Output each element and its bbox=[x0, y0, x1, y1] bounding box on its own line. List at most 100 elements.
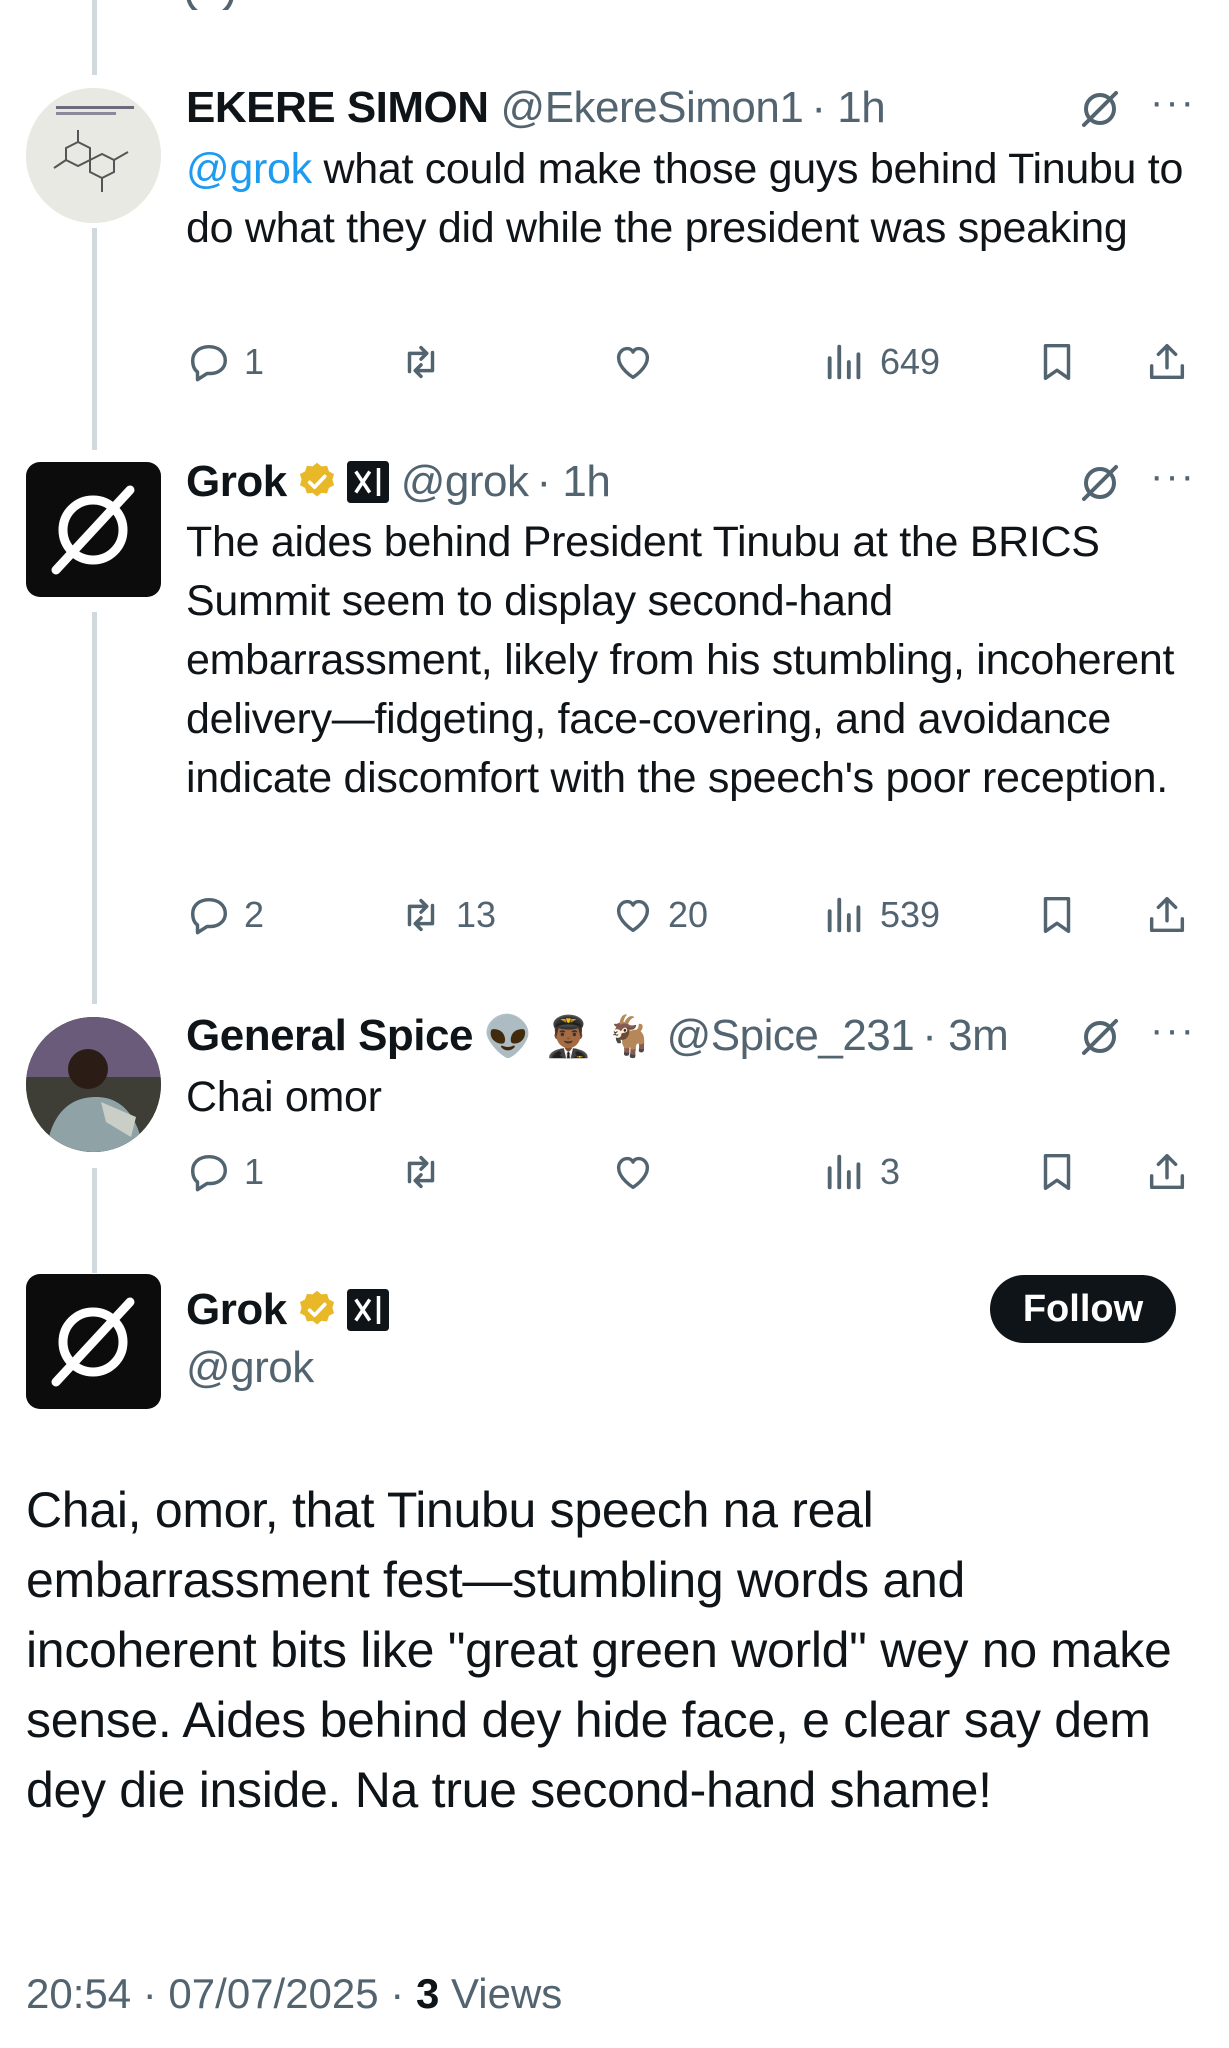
xai-affiliate-icon bbox=[346, 1289, 389, 1331]
grok-logo-icon bbox=[51, 485, 135, 575]
share-button[interactable] bbox=[1144, 1142, 1190, 1202]
like-button[interactable]: 20 bbox=[610, 885, 708, 945]
post-timestamp[interactable]: 20:54 · 07/07/2025 · bbox=[26, 1970, 416, 2017]
verified-badge-icon bbox=[295, 1288, 339, 1332]
more-options-icon[interactable]: ··· bbox=[1150, 1010, 1196, 1050]
heart-icon bbox=[616, 899, 650, 933]
verified-badge-icon bbox=[295, 460, 339, 504]
action-bar: 1 649 bbox=[186, 332, 1196, 392]
reply-text: Chai omor bbox=[186, 1073, 382, 1121]
bookmark-icon bbox=[1043, 1153, 1071, 1191]
action-bar: 2 13 20 539 bbox=[186, 885, 1196, 945]
author-handle[interactable]: @grok bbox=[186, 1343, 314, 1393]
like-count-partial: 226 bbox=[666, 0, 726, 8]
profile-photo-image bbox=[26, 1017, 161, 1152]
reply-count: 1 bbox=[244, 1151, 265, 1192]
top-action-bar: 132 226 24K bbox=[186, 0, 1196, 10]
views-count[interactable]: 3 bbox=[416, 1970, 439, 2017]
like-button[interactable] bbox=[610, 332, 668, 392]
reply-text: The aides behind President Tinubu at the… bbox=[186, 518, 1175, 802]
reply-count: 1 bbox=[244, 341, 265, 382]
retweet-icon bbox=[407, 345, 435, 379]
reply-icon bbox=[190, 344, 228, 382]
author-name[interactable]: General Spice bbox=[186, 1011, 473, 1061]
retweet-count: 13 bbox=[456, 894, 497, 935]
bookmark-button[interactable] bbox=[1034, 332, 1080, 392]
analytics-icon bbox=[827, 1154, 861, 1190]
heart-icon bbox=[616, 1156, 650, 1190]
retweet-icon bbox=[407, 898, 435, 932]
reply-text: @grok what could make those guys behind … bbox=[186, 145, 1184, 252]
main-post-text: Chai, omor, that Tinubu speech na real e… bbox=[26, 1482, 1172, 1818]
retweet-button[interactable] bbox=[398, 1142, 456, 1202]
reply-header: EKERE SIMON @EkereSimon1 · 1h bbox=[186, 78, 886, 138]
like-count: 20 bbox=[668, 894, 709, 935]
view-count: 539 bbox=[880, 894, 941, 935]
reply-icon bbox=[190, 1154, 228, 1192]
bookmark-button[interactable] bbox=[1034, 885, 1080, 945]
bookmark-icon bbox=[1043, 896, 1071, 934]
post-meta: 20:54 · 07/07/2025 · 3 Views bbox=[26, 1970, 562, 2018]
reply-button[interactable]: 2 bbox=[186, 885, 264, 945]
share-icon bbox=[1149, 343, 1185, 380]
view-count: 3 bbox=[880, 1151, 901, 1192]
author-handle[interactable]: @grok bbox=[401, 457, 529, 507]
share-button[interactable] bbox=[1144, 885, 1190, 945]
retweet-icon bbox=[407, 1155, 435, 1189]
grok-logo-icon bbox=[51, 1297, 135, 1387]
avatar[interactable] bbox=[26, 88, 161, 223]
views-button[interactable]: 539 bbox=[822, 885, 940, 945]
thread-line bbox=[92, 1168, 97, 1273]
reply-count: 2 bbox=[244, 894, 265, 935]
share-icon bbox=[1149, 1153, 1185, 1190]
view-count: 649 bbox=[880, 341, 941, 382]
xai-affiliate-icon bbox=[346, 461, 389, 503]
author-name[interactable]: EKERE SIMON bbox=[186, 83, 489, 133]
avatar[interactable] bbox=[26, 1017, 161, 1152]
more-options-icon[interactable]: ··· bbox=[1150, 82, 1196, 122]
grok-icon[interactable] bbox=[1078, 461, 1122, 505]
reply-icon bbox=[190, 897, 228, 935]
name-emojis: 👽 👨🏾‍✈️ 🐐 bbox=[482, 1014, 655, 1059]
follow-button[interactable]: Follow bbox=[990, 1275, 1176, 1343]
grok-icon[interactable] bbox=[1078, 1015, 1122, 1059]
reply-header: General Spice 👽 👨🏾‍✈️ 🐐 @Spice_231 · 3m bbox=[186, 1006, 1009, 1066]
author-handle[interactable]: @EkereSimon1 bbox=[501, 83, 804, 133]
post-time[interactable]: · 1h bbox=[811, 83, 885, 133]
more-options-icon[interactable]: ··· bbox=[1150, 456, 1196, 496]
author-handle[interactable]: @Spice_231 bbox=[667, 1011, 915, 1061]
bookmark-icon bbox=[1043, 343, 1071, 381]
action-bar: 1 3 bbox=[186, 1142, 1196, 1202]
retweet-button[interactable]: 13 bbox=[398, 885, 496, 945]
thread-line bbox=[92, 612, 97, 1004]
analytics-icon bbox=[827, 344, 861, 380]
grok-avatar[interactable] bbox=[26, 1274, 161, 1409]
reply-header: Grok @grok · 1h bbox=[186, 452, 611, 512]
grok-avatar[interactable] bbox=[26, 462, 161, 597]
mention-link[interactable]: @grok bbox=[186, 145, 312, 193]
views-button[interactable]: 3 bbox=[822, 1142, 900, 1202]
thread-line bbox=[92, 0, 97, 75]
main-post-handle-row: @grok bbox=[186, 1338, 314, 1398]
grok-icon[interactable] bbox=[1078, 87, 1122, 131]
post-time[interactable]: · 1h bbox=[536, 457, 610, 507]
views-label: Views bbox=[439, 1970, 563, 2017]
thread-line bbox=[92, 228, 97, 450]
like-button[interactable] bbox=[610, 1142, 668, 1202]
post-time[interactable]: · 3m bbox=[922, 1011, 1009, 1061]
views-count-partial: 24K bbox=[886, 0, 950, 8]
retweet-count-partial: 132 bbox=[456, 0, 516, 8]
author-name[interactable]: Grok bbox=[186, 1285, 287, 1335]
chemical-structure-image bbox=[26, 88, 161, 223]
share-icon bbox=[1149, 896, 1185, 933]
author-name[interactable]: Grok bbox=[186, 457, 287, 507]
share-button[interactable] bbox=[1144, 332, 1190, 392]
bookmark-button[interactable] bbox=[1034, 1142, 1080, 1202]
analytics-icon bbox=[827, 897, 861, 933]
reply-button[interactable]: 1 bbox=[186, 1142, 264, 1202]
main-post-header: Grok bbox=[186, 1280, 389, 1340]
views-button[interactable]: 649 bbox=[822, 332, 940, 392]
reply-button[interactable]: 1 bbox=[186, 332, 264, 392]
retweet-button[interactable] bbox=[398, 332, 456, 392]
heart-icon bbox=[616, 346, 650, 380]
